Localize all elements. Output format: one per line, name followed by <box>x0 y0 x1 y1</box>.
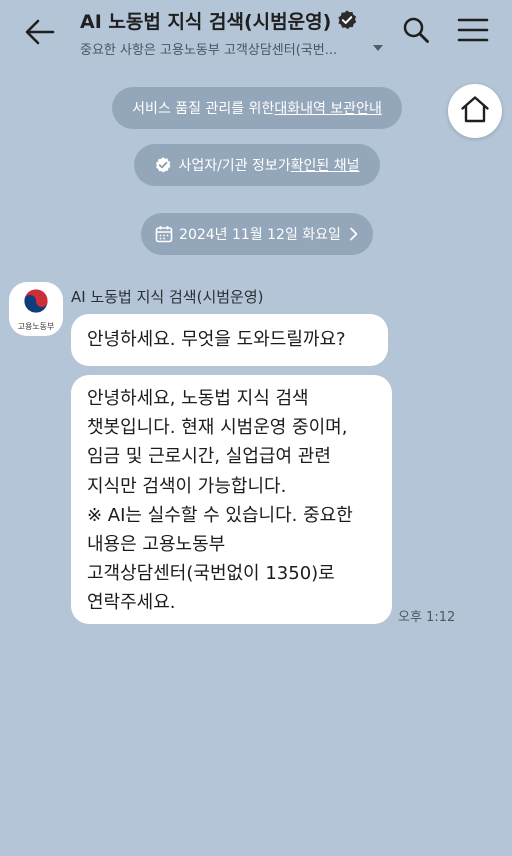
chat-subtitle: 중요한 사항은 고용노동부 고객상담센터(국번... <box>80 42 338 58</box>
message-line: 지식만 검색이 가능합니다. <box>87 475 287 497</box>
message-line: 고객상담센터(국번없이 1350)로 <box>87 563 335 585</box>
chat-history-notice: 서비스 품질 관리를 위한 대화내역 보관안내 <box>112 87 402 129</box>
notice-text: 서비스 품질 관리를 위한 <box>132 101 275 117</box>
message-line: 안녕하세요, 노동법 지식 검색 <box>87 388 309 409</box>
search-button[interactable] <box>398 14 434 50</box>
verified-badge-icon <box>336 9 358 31</box>
back-button[interactable] <box>20 14 60 54</box>
verified-channel-link[interactable]: 확인된 채널 <box>291 155 360 175</box>
chevron-right-icon <box>349 227 359 241</box>
message-line: 연락주세요. <box>87 592 176 614</box>
date-divider[interactable]: 2024년 11월 12일 화요일 <box>141 213 373 255</box>
hamburger-menu-icon <box>457 17 489 47</box>
chat-history-link[interactable]: 대화내역 보관안내 <box>274 98 382 118</box>
notice-text: 사업자/기관 정보가 <box>178 158 291 174</box>
verified-channel-notice: 사업자/기관 정보가 확인된 채널 <box>134 144 380 186</box>
chat-header: AI 노동법 지식 검색(시범운영) 중요한 사항은 고용노동부 고객상담센터(… <box>0 0 512 70</box>
menu-button[interactable] <box>454 14 492 50</box>
date-text: 2024년 11월 12일 화요일 <box>179 227 341 243</box>
message-line: 내용은 고용노동부 <box>87 534 226 556</box>
message-line: 챗봇입니다. 현재 시범운영 중이며, <box>87 417 348 439</box>
message-timestamp: 오후 1:12 <box>398 610 456 625</box>
message-bubble[interactable]: 안녕하세요, 노동법 지식 검색 챗봇입니다. 현재 시범운영 중이며, 임금 … <box>71 375 392 624</box>
message-text: 안녕하세요. 무엇을 도와드릴까요? <box>87 329 346 350</box>
back-arrow-icon <box>25 19 55 49</box>
home-button[interactable] <box>448 84 502 138</box>
verified-check-icon <box>154 156 172 174</box>
search-icon <box>402 16 430 48</box>
avatar-label: 고용노동부 <box>17 321 55 331</box>
calendar-icon <box>155 225 173 243</box>
caret-down-icon[interactable] <box>373 45 383 51</box>
message-line: ※ AI는 실수할 수 있습니다. 중요한 <box>87 504 353 526</box>
home-icon <box>460 95 490 127</box>
message-line: 임금 및 근로시간, 실업급여 관련 <box>87 446 331 468</box>
sender-name: AI 노동법 지식 검색(시범운영) <box>71 288 264 306</box>
avatar[interactable]: 고용노동부 <box>9 282 63 336</box>
chat-title-block[interactable]: AI 노동법 지식 검색(시범운영) 중요한 사항은 고용노동부 고객상담센터(… <box>80 6 390 58</box>
message-bubble[interactable]: 안녕하세요. 무엇을 도와드릴까요? <box>71 314 388 366</box>
chat-title: AI 노동법 지식 검색(시범운영) <box>80 10 332 33</box>
ministry-emblem-icon <box>22 287 50 319</box>
